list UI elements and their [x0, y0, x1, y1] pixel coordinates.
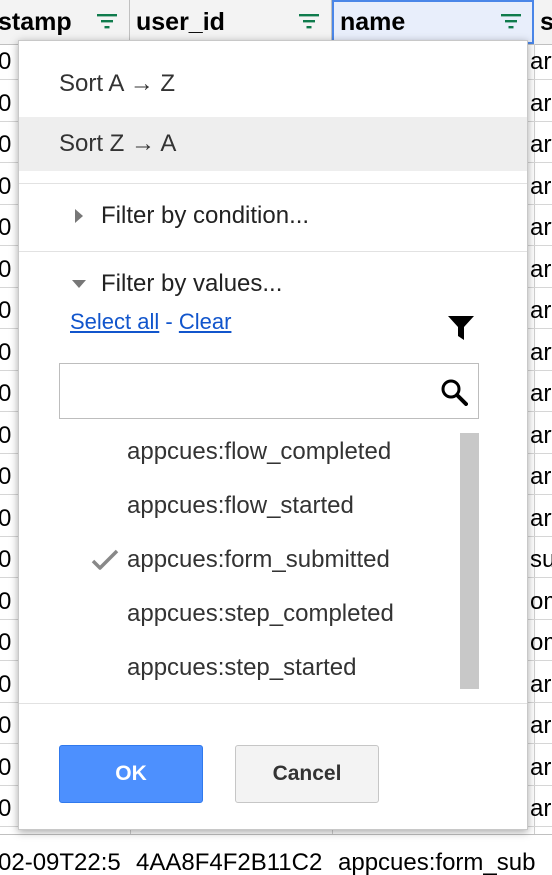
cell-fragment-right[interactable]: om — [530, 584, 552, 619]
table-row[interactable]: 02-09T22:5 4AA8F4F2B11C2 appcues:form_su… — [0, 834, 552, 875]
cell-fragment-right[interactable]: ar — [530, 667, 551, 702]
search-values-input[interactable] — [59, 363, 479, 419]
filter-by-condition-label: Filter by condition... — [101, 202, 310, 229]
filter-by-condition-toggle[interactable]: Filter by condition... — [19, 191, 527, 241]
cell-fragment-left[interactable]: 0 — [0, 542, 11, 577]
cell-fragment-left[interactable]: 0 — [0, 791, 11, 826]
cancel-button[interactable]: Cancel — [235, 745, 379, 803]
cell-fragment-left[interactable]: 0 — [0, 418, 11, 453]
cell-fragment-left[interactable]: 0 — [0, 127, 11, 162]
column-header-next[interactable]: s — [534, 0, 552, 44]
value-label: appcues:step_completed — [127, 600, 394, 627]
funnel-icon[interactable] — [447, 315, 475, 341]
cell-fragment-right[interactable]: ar — [530, 459, 551, 494]
value-item[interactable]: appcues:step_started — [59, 641, 459, 693]
column-header-label: name — [340, 8, 406, 36]
cell-fragment-left[interactable]: 0 — [0, 252, 11, 287]
clear-link[interactable]: Clear — [179, 309, 232, 334]
column-header-user-id[interactable]: user_id — [130, 0, 332, 44]
divider — [19, 703, 527, 704]
column-filter-icon[interactable] — [500, 13, 522, 29]
value-label: appcues:flow_completed — [127, 438, 392, 465]
cell-fragment-right[interactable]: art — [530, 127, 552, 162]
value-label: appcues:flow_started — [127, 492, 354, 519]
cell-fragment-left[interactable]: 0 — [0, 293, 11, 328]
expand-arrow-icon — [75, 209, 83, 223]
cell-fragment-right[interactable]: art — [530, 44, 552, 79]
cell-fragment-right[interactable]: sub — [530, 542, 552, 577]
cell-fragment-right[interactable]: om — [530, 625, 552, 660]
divider — [19, 251, 527, 252]
collapse-arrow-icon — [72, 280, 86, 288]
cell-fragment-left[interactable]: 0 — [0, 44, 11, 79]
cell-fragment-left[interactable]: 0 — [0, 708, 11, 743]
column-header-label: s — [540, 8, 552, 36]
cell-fragment-right[interactable]: ar — [530, 791, 551, 826]
select-all-link[interactable]: Select all — [70, 309, 159, 334]
values-list: appcues:flow_completed appcues:flow_star… — [59, 425, 479, 693]
cell-fragment-right[interactable]: art — [530, 418, 552, 453]
value-item[interactable]: appcues:flow_completed — [59, 425, 459, 479]
column-header-name[interactable]: name — [332, 0, 534, 44]
value-label: appcues:form_submitted — [127, 546, 390, 573]
link-separator: - — [165, 309, 173, 334]
cell-fragment-left[interactable]: 0 — [0, 750, 11, 785]
value-item[interactable]: appcues:step_completed — [59, 587, 459, 641]
cell-fragment-right[interactable]: ar — [530, 376, 551, 411]
cell-fragment-right[interactable]: ar — [530, 293, 551, 328]
ok-button[interactable]: OK — [59, 745, 203, 803]
divider — [19, 183, 527, 184]
search-icon[interactable] — [440, 378, 468, 406]
cell-fragment-left[interactable]: 0 — [0, 210, 11, 245]
column-header-timestamp[interactable]: stamp — [0, 0, 130, 44]
cell-fragment-left[interactable]: 0 — [0, 335, 11, 370]
filter-by-values-toggle[interactable]: Filter by values... — [19, 259, 527, 309]
cell-fragment-left[interactable]: 0 — [0, 86, 11, 121]
sort-a-z-item[interactable]: Sort A → Z — [19, 57, 527, 111]
select-links: Select all - Clear — [70, 307, 231, 337]
column-header-row: stamp user_id name s — [0, 0, 552, 45]
cell-fragment-right[interactable]: art — [530, 501, 552, 536]
cell-user-id[interactable]: 4AA8F4F2B11C2 — [136, 835, 328, 875]
sort-z-a-item[interactable]: Sort Z → A — [19, 117, 527, 171]
cell-fragment-left[interactable]: 0 — [0, 501, 11, 536]
cell-fragment-left[interactable]: 0 — [0, 459, 11, 494]
cell-name[interactable]: appcues:form_sub — [338, 835, 552, 875]
values-scrollbar[interactable] — [460, 433, 479, 689]
cell-fragment-right[interactable]: art — [530, 335, 552, 370]
cell-fragment-right[interactable]: ar — [530, 86, 551, 121]
value-item-checked[interactable]: appcues:form_submitted — [59, 533, 459, 587]
cell-timestamp[interactable]: 02-09T22:5 — [0, 835, 128, 875]
filter-by-values-label: Filter by values... — [101, 270, 283, 297]
cell-fragment-left[interactable]: 0 — [0, 625, 11, 660]
filter-popup: Sort A → Z Sort Z → A Filter by conditio… — [18, 40, 528, 830]
column-header-label: user_id — [136, 8, 225, 36]
cell-fragment-right[interactable]: art — [530, 210, 552, 245]
column-filter-icon[interactable] — [96, 13, 118, 29]
column-filter-icon[interactable] — [298, 13, 320, 29]
cell-fragment-right[interactable]: ar — [530, 252, 551, 287]
cell-fragment-right[interactable]: ar — [530, 750, 551, 785]
cell-fragment-right[interactable]: ar — [530, 169, 551, 204]
column-header-label: stamp — [0, 8, 72, 36]
value-label: appcues:step_started — [127, 654, 357, 681]
cell-fragment-right[interactable]: ar — [530, 708, 551, 743]
cell-fragment-left[interactable]: 0 — [0, 169, 11, 204]
cell-fragment-left[interactable]: 0 — [0, 376, 11, 411]
value-item[interactable]: appcues:flow_started — [59, 479, 459, 533]
cell-fragment-left[interactable]: 0 — [0, 584, 11, 619]
cell-fragment-left[interactable]: 0 — [0, 667, 11, 702]
